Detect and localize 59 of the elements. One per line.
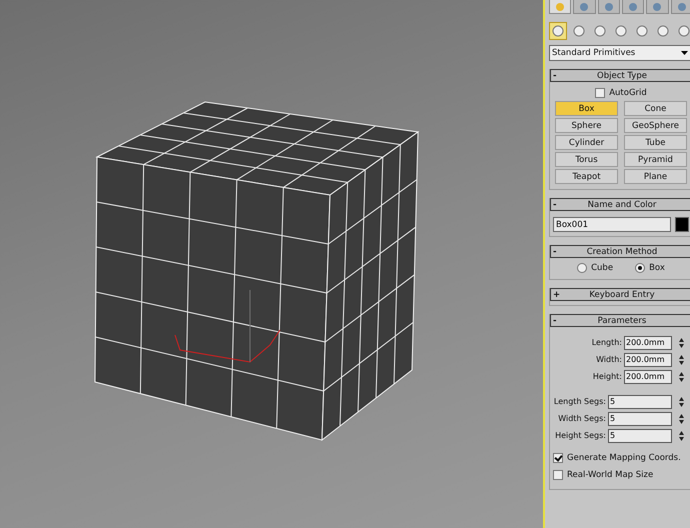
dropdown[interactable]: Standard Primitives <box>549 45 690 61</box>
rollout-header[interactable]: - Parameters <box>550 314 690 327</box>
panel-tab[interactable] <box>670 0 690 14</box>
spinner-field[interactable]: 200.0mm <box>624 336 672 350</box>
primitive-button[interactable]: Teapot <box>555 169 618 184</box>
rollout-header[interactable]: - Name and Color <box>550 198 690 211</box>
spinner-field[interactable]: 200.0mm <box>624 352 672 366</box>
rollout-header[interactable]: - Object Type <box>550 69 690 82</box>
panel-tab[interactable] <box>598 0 620 14</box>
rollout-header[interactable]: - Creation Method <box>550 245 690 258</box>
spinner-arrows-icon[interactable] <box>678 336 685 348</box>
spinner-field[interactable]: 200.0mm <box>624 370 672 384</box>
primitive-button[interactable]: GeoSphere <box>624 118 687 133</box>
field-label: Length Segs: <box>554 397 606 406</box>
panel-tab[interactable] <box>622 0 644 14</box>
primitive-button[interactable]: Tube <box>624 135 687 150</box>
spinner-arrows-icon[interactable] <box>678 430 685 442</box>
radio-button[interactable] <box>577 262 588 272</box>
spinner-arrows-icon[interactable] <box>678 370 685 382</box>
primitive-button[interactable]: Cylinder <box>555 135 618 150</box>
checkbox-label: Generate Mapping Coords. <box>567 452 681 462</box>
tab-icon <box>676 2 687 12</box>
radio-label: Cube <box>591 262 614 272</box>
primitive-button[interactable]: Sphere <box>555 118 618 133</box>
spinner-field[interactable]: 5 <box>608 412 672 426</box>
name-field[interactable]: Box001 <box>553 217 671 232</box>
field-label: Width: <box>596 355 622 364</box>
tab-icon <box>555 2 566 12</box>
category-icon[interactable] <box>549 22 567 40</box>
radio-label: Box <box>649 262 665 272</box>
spinner-arrows-icon[interactable] <box>678 412 685 424</box>
checkbox-label: Real-World Map Size <box>567 470 654 480</box>
spinner-arrows-icon[interactable] <box>678 354 685 366</box>
checkbox[interactable] <box>553 452 563 462</box>
tab-icon <box>628 2 638 12</box>
checkbox-label: AutoGrid <box>609 88 647 98</box>
radio-button[interactable] <box>635 262 646 272</box>
primitive-button[interactable]: Box <box>555 101 618 116</box>
panel-tab[interactable] <box>549 0 572 14</box>
spinner-field[interactable]: 5 <box>608 428 672 442</box>
color-swatch[interactable] <box>675 217 689 232</box>
field-label: Width Segs: <box>558 414 606 423</box>
primitive-button[interactable]: Cone <box>624 101 687 116</box>
primitive-button[interactable]: Torus <box>555 152 618 167</box>
field-label: Length: <box>592 338 622 347</box>
checkbox[interactable] <box>553 470 563 480</box>
tab-icon <box>652 2 662 12</box>
primitive-button[interactable]: Pyramid <box>624 152 687 167</box>
field-label: Height Segs: <box>555 431 606 440</box>
caret-icon <box>681 51 688 55</box>
spinner-field[interactable]: 5 <box>608 394 672 408</box>
spinner-arrows-icon[interactable] <box>678 396 685 408</box>
field-label: Height: <box>592 372 622 381</box>
primitive-button[interactable]: Plane <box>624 169 687 184</box>
tab-icon <box>579 2 590 12</box>
checkbox[interactable] <box>595 88 606 98</box>
rollout-header[interactable]: + Keyboard Entry <box>550 288 690 301</box>
tab-icon <box>604 2 614 12</box>
viewport[interactable] <box>0 0 545 528</box>
